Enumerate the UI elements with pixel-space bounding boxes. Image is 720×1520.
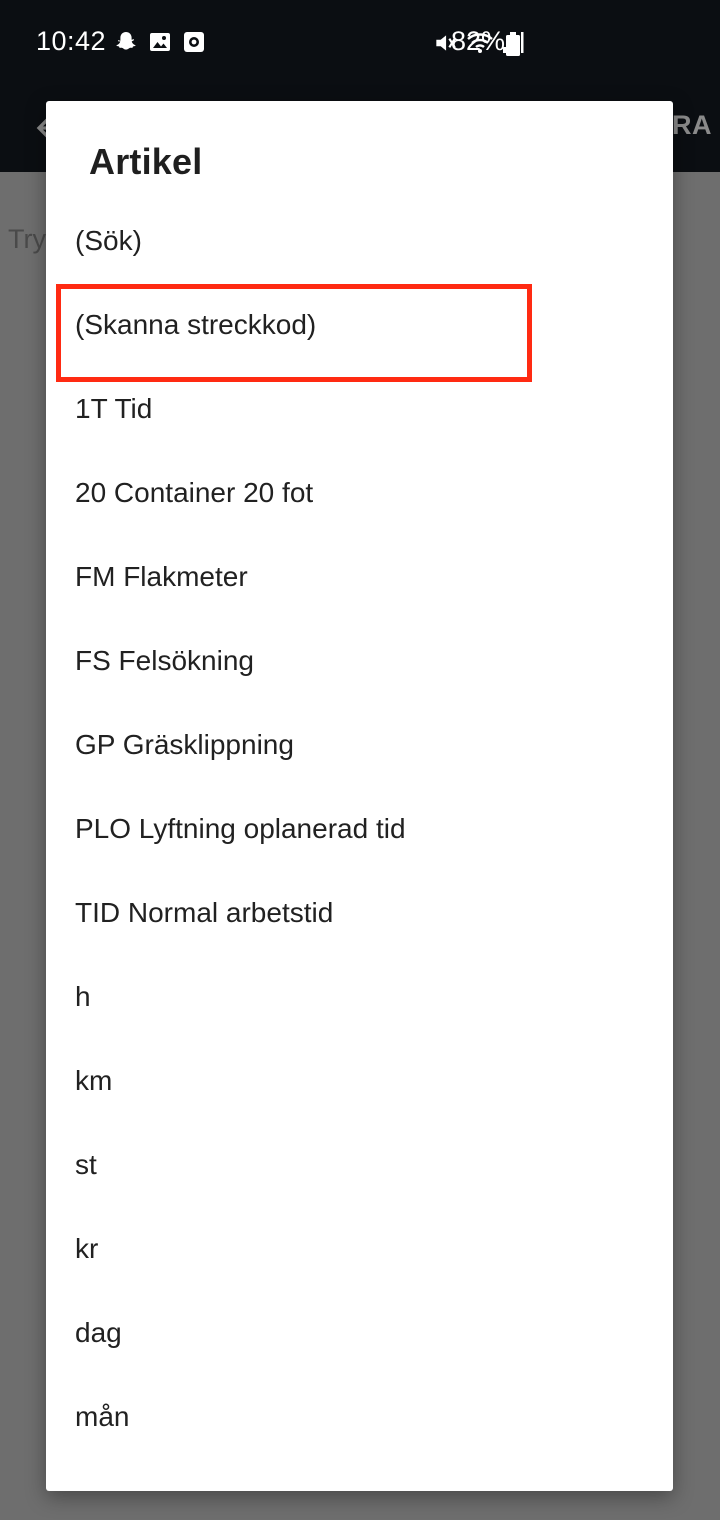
- screen: 10:42 82% RA Try Artikel (Sök) (Skanna s…: [0, 0, 720, 1520]
- list-item[interactable]: TID Normal arbetstid: [46, 871, 673, 955]
- list-item[interactable]: FM Flakmeter: [46, 535, 673, 619]
- list-item[interactable]: 20 Container 20 fot: [46, 451, 673, 535]
- status-bar: 10:42 82%: [0, 0, 720, 86]
- gallery-icon: [148, 30, 172, 54]
- list-item[interactable]: h: [46, 955, 673, 1039]
- list-item[interactable]: FS Felsökning: [46, 619, 673, 703]
- screen-record-icon: [182, 30, 206, 54]
- list-item[interactable]: dag: [46, 1291, 673, 1375]
- list-item[interactable]: PLO Lyftning oplanerad tid: [46, 787, 673, 871]
- battery-icon: [506, 32, 520, 56]
- list-item-scan-barcode[interactable]: (Skanna streckkod): [46, 283, 673, 367]
- list-item[interactable]: mån: [46, 1375, 673, 1459]
- list-item[interactable]: kr: [46, 1207, 673, 1291]
- list-item[interactable]: st: [46, 1123, 673, 1207]
- background-hint-text: Try: [8, 224, 46, 254]
- status-left-icons: [114, 30, 206, 54]
- list-item-search[interactable]: (Sök): [46, 199, 673, 283]
- snapchat-icon: [114, 30, 138, 54]
- dialog-title: Artikel: [89, 141, 203, 182]
- list-item[interactable]: 1T Tid: [46, 367, 673, 451]
- article-dialog: Artikel (Sök) (Skanna streckkod) 1T Tid …: [46, 101, 673, 1491]
- list-item[interactable]: GP Gräsklippning: [46, 703, 673, 787]
- status-time: 10:42: [36, 26, 107, 56]
- dialog-list: (Sök) (Skanna streckkod) 1T Tid 20 Conta…: [46, 199, 673, 1459]
- app-bar-action-button[interactable]: RA: [672, 110, 712, 141]
- list-item[interactable]: km: [46, 1039, 673, 1123]
- battery-percent: 82%: [451, 26, 506, 56]
